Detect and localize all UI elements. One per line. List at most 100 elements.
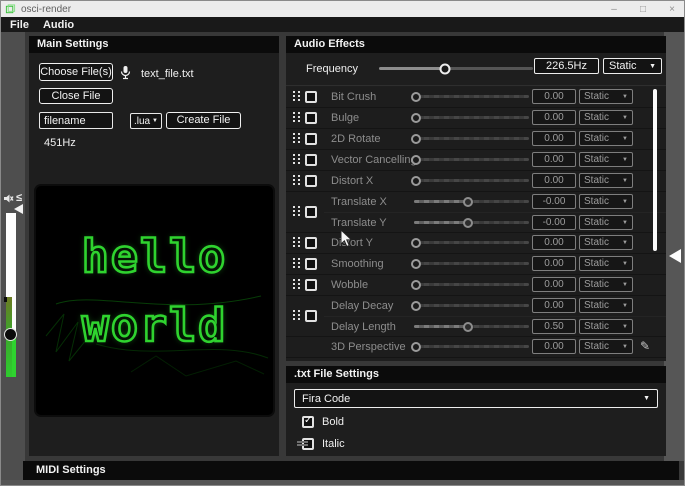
close-file-button[interactable]: Close File <box>39 88 113 104</box>
effect-slider[interactable] <box>414 325 529 328</box>
effect-value-input[interactable]: 0.00 <box>532 256 576 271</box>
chevron-down-icon: ▼ <box>622 240 628 246</box>
effect-checkbox[interactable] <box>305 112 317 124</box>
effect-slider-thumb[interactable] <box>411 92 421 102</box>
effect-mode-dropdown[interactable]: Static▼ <box>579 152 633 167</box>
font-dropdown[interactable]: Fira Code ▼ <box>294 389 658 408</box>
effect-value-input[interactable]: 0.00 <box>532 173 576 188</box>
frequency-value-input[interactable]: 226.5Hz <box>534 58 599 74</box>
edit-icon[interactable]: ✎ <box>640 339 650 353</box>
effect-slider[interactable] <box>414 221 529 224</box>
effect-slider[interactable] <box>414 304 529 307</box>
effects-scrollbar[interactable] <box>653 89 657 251</box>
effect-mode-dropdown[interactable]: Static▼ <box>579 89 633 104</box>
volume-knob[interactable] <box>4 328 17 341</box>
threshold-icon[interactable]: ≤ <box>16 192 22 204</box>
effect-value-input[interactable]: -0.00 <box>532 215 576 230</box>
effect-slider-thumb[interactable] <box>411 280 421 290</box>
effect-slider-thumb[interactable] <box>411 259 421 269</box>
effect-slider-thumb[interactable] <box>463 197 473 207</box>
effect-slider[interactable] <box>414 200 529 203</box>
effect-label: Delay Length <box>331 321 396 333</box>
midi-settings-header[interactable]: MIDI Settings <box>23 461 679 480</box>
effect-slider[interactable] <box>414 241 529 244</box>
effect-slider[interactable] <box>414 158 529 161</box>
effect-checkbox[interactable] <box>305 258 317 270</box>
menu-audio[interactable]: Audio <box>43 19 74 31</box>
effect-mode-dropdown[interactable]: Static▼ <box>579 173 633 188</box>
maximize-button[interactable]: □ <box>637 4 649 15</box>
effect-slider[interactable] <box>414 262 529 265</box>
effect-value-input[interactable]: 0.00 <box>532 235 576 250</box>
drag-handle-icon[interactable] <box>293 91 300 103</box>
effect-mode-dropdown[interactable]: Static▼ <box>579 339 633 354</box>
effect-checkbox[interactable] <box>305 206 317 218</box>
resize-grip-icon[interactable] <box>297 441 308 446</box>
effect-slider-thumb[interactable] <box>463 218 473 228</box>
effect-mode-dropdown[interactable]: Static▼ <box>579 298 633 313</box>
volume-meter[interactable] <box>6 213 16 377</box>
effect-slider[interactable] <box>414 179 529 182</box>
effect-value-input[interactable]: 0.00 <box>532 298 576 313</box>
filename-input[interactable] <box>39 112 113 129</box>
effect-mode-dropdown[interactable]: Static▼ <box>579 277 633 292</box>
effect-slider[interactable] <box>414 116 529 119</box>
effect-checkbox[interactable] <box>305 279 317 291</box>
effect-value-input[interactable]: 0.50 <box>532 319 576 334</box>
frequency-slider[interactable] <box>379 67 533 70</box>
extension-dropdown[interactable]: .lua ▼ <box>130 113 162 129</box>
effect-slider-thumb[interactable] <box>411 301 421 311</box>
effect-mode-dropdown[interactable]: Static▼ <box>579 256 633 271</box>
effect-mode-dropdown[interactable]: Static▼ <box>579 110 633 125</box>
bold-checkbox[interactable] <box>302 416 314 428</box>
collapse-panel-arrow-icon[interactable] <box>669 249 681 263</box>
effect-slider-thumb[interactable] <box>411 155 421 165</box>
effect-checkbox[interactable] <box>305 310 317 322</box>
frequency-mode-dropdown[interactable]: Static ▼ <box>603 58 662 74</box>
effect-checkbox[interactable] <box>305 154 317 166</box>
effect-value-input[interactable]: 0.00 <box>532 152 576 167</box>
effect-mode-dropdown[interactable]: Static▼ <box>579 235 633 250</box>
effect-slider[interactable] <box>414 345 529 348</box>
effect-slider[interactable] <box>414 137 529 140</box>
drag-handle-icon[interactable] <box>293 154 300 166</box>
effect-value-input[interactable]: 0.00 <box>532 89 576 104</box>
drag-handle-icon[interactable] <box>293 133 300 145</box>
minimize-button[interactable]: – <box>608 4 620 15</box>
effect-mode-dropdown[interactable]: Static▼ <box>579 319 633 334</box>
effect-slider-thumb[interactable] <box>411 113 421 123</box>
close-button[interactable]: × <box>666 4 678 15</box>
choose-files-button[interactable]: Choose File(s) <box>39 63 113 81</box>
drag-handle-icon[interactable] <box>293 279 300 291</box>
effect-value-input[interactable]: -0.00 <box>532 194 576 209</box>
effect-slider-thumb[interactable] <box>411 176 421 186</box>
effect-value-input[interactable]: 0.00 <box>532 277 576 292</box>
effect-slider[interactable] <box>414 95 529 98</box>
drag-handle-icon[interactable] <box>293 175 300 187</box>
effect-mode-dropdown[interactable]: Static▼ <box>579 131 633 146</box>
effect-slider-thumb[interactable] <box>411 342 421 352</box>
effect-slider-thumb[interactable] <box>411 134 421 144</box>
drag-handle-icon[interactable] <box>293 258 300 270</box>
drag-handle-icon[interactable] <box>293 112 300 124</box>
effect-value-input[interactable]: 0.00 <box>532 110 576 125</box>
effect-checkbox[interactable] <box>305 133 317 145</box>
effect-slider[interactable] <box>414 283 529 286</box>
drag-handle-icon[interactable] <box>293 206 300 218</box>
effect-mode-dropdown[interactable]: Static▼ <box>579 215 633 230</box>
effect-checkbox[interactable] <box>305 237 317 249</box>
drag-handle-icon[interactable] <box>293 237 300 249</box>
effect-slider-thumb[interactable] <box>411 238 421 248</box>
microphone-icon[interactable] <box>119 65 132 80</box>
drag-handle-icon[interactable] <box>293 310 300 322</box>
effect-checkbox[interactable] <box>305 175 317 187</box>
effect-value-input[interactable]: 0.00 <box>532 131 576 146</box>
effect-slider-thumb[interactable] <box>463 322 473 332</box>
mute-speaker-icon[interactable] <box>3 193 14 204</box>
effect-checkbox[interactable] <box>305 91 317 103</box>
menu-file[interactable]: File <box>10 19 29 31</box>
create-file-button[interactable]: Create File <box>166 112 241 129</box>
effect-value-input[interactable]: 0.00 <box>532 339 576 354</box>
frequency-slider-thumb[interactable] <box>440 63 451 74</box>
effect-mode-dropdown[interactable]: Static▼ <box>579 194 633 209</box>
